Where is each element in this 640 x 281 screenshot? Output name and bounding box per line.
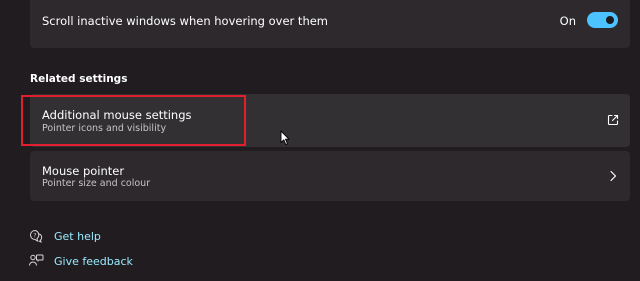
help-chat-icon: ?: [30, 229, 43, 243]
mouse-pointer-description: Pointer size and colour: [42, 178, 151, 189]
additional-mouse-settings-title: Additional mouse settings: [42, 108, 192, 122]
additional-mouse-settings-item[interactable]: Additional mouse settings Pointer icons …: [30, 94, 630, 147]
mouse-pointer-item[interactable]: Mouse pointer Pointer size and colour: [30, 151, 630, 201]
mouse-pointer-title: Mouse pointer: [42, 164, 125, 178]
mouse-cursor-icon: [280, 130, 290, 145]
give-feedback-link[interactable]: Give feedback: [28, 252, 133, 270]
related-settings-heading: Related settings: [30, 73, 128, 85]
toggle-state-label: On: [559, 14, 576, 28]
give-feedback-label: Give feedback: [54, 254, 133, 268]
feedback-icon: [29, 254, 44, 266]
toggle-knob: [606, 16, 614, 24]
chevron-right-icon: [610, 170, 617, 182]
scroll-inactive-windows-label: Scroll inactive windows when hovering ov…: [42, 14, 329, 28]
additional-mouse-settings-description: Pointer icons and visibility: [42, 123, 167, 134]
get-help-link[interactable]: ? Get help: [28, 227, 101, 245]
scroll-inactive-windows-toggle[interactable]: [587, 12, 618, 28]
scroll-inactive-windows-setting: Scroll inactive windows when hovering ov…: [30, 0, 630, 48]
open-external-icon: [607, 114, 619, 126]
get-help-label: Get help: [54, 229, 101, 243]
svg-text:?: ?: [33, 232, 36, 239]
